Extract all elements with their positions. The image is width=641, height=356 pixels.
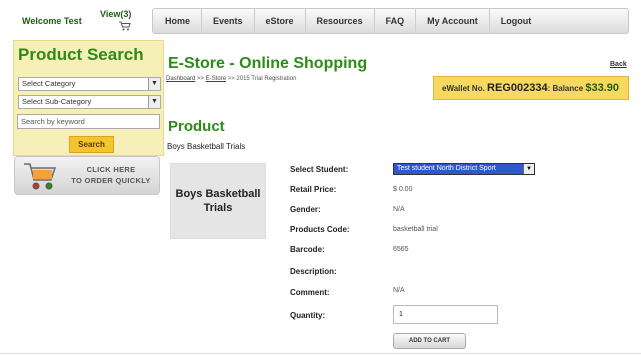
order-quickly-line-1: Click here bbox=[86, 165, 136, 174]
breadcrumb: Dashboard >> E-Store >> 2015 Trial Regis… bbox=[166, 76, 296, 82]
shopping-cart-icon bbox=[24, 163, 57, 190]
product-search-title: Product Search bbox=[18, 45, 144, 64]
breadcrumb-separator: >> bbox=[226, 76, 237, 82]
product-image-text-1: Boys Basketball bbox=[175, 188, 261, 200]
quantity-label: Quantity: bbox=[290, 311, 326, 320]
order-quickly-line-2: to order quickly bbox=[71, 176, 151, 185]
comment-label: Comment: bbox=[290, 288, 330, 297]
category-select[interactable]: Select Category ▼ bbox=[18, 77, 161, 91]
nav-resources[interactable]: Resources bbox=[306, 9, 375, 33]
subcategory-select-value: Select Sub-Category bbox=[22, 97, 92, 106]
ewallet-number: REG002334 bbox=[487, 82, 548, 94]
keyword-search-input[interactable]: Search by keyword bbox=[17, 114, 160, 129]
description-label: Description: bbox=[290, 267, 337, 276]
nav-logout[interactable]: Logout bbox=[490, 9, 543, 33]
barcode-label: Barcode: bbox=[290, 245, 325, 254]
quantity-input[interactable]: 1 bbox=[393, 305, 498, 324]
nav-estore[interactable]: eStore bbox=[255, 9, 306, 33]
ewallet-balance: $33.90 bbox=[585, 82, 620, 94]
ewallet-label: eWallet No. bbox=[442, 84, 488, 93]
page-title: E-Store - Online Shopping bbox=[168, 55, 368, 72]
cart-icon[interactable] bbox=[119, 21, 131, 31]
footer-divider bbox=[0, 353, 641, 354]
breadcrumb-dashboard[interactable]: Dashboard bbox=[166, 76, 195, 82]
order-quickly-button[interactable]: Click here to order quickly bbox=[14, 156, 160, 195]
welcome-text: Welcome Test bbox=[22, 16, 82, 26]
product-code-label: Products Code: bbox=[290, 225, 350, 234]
retail-price-label: Retail Price: bbox=[290, 185, 337, 194]
product-image: Boys Basketball Trials bbox=[170, 163, 266, 239]
retail-price-value: $ 0.00 bbox=[393, 186, 413, 193]
ewallet-balance-label: : Balance bbox=[547, 84, 586, 93]
product-name: Boys Basketball Trials bbox=[167, 142, 246, 151]
order-quickly-text: Click here to order quickly bbox=[63, 164, 159, 186]
nav-events[interactable]: Events bbox=[202, 9, 255, 33]
student-select-value: Test student North District Sport bbox=[397, 165, 496, 172]
category-select-value: Select Category bbox=[22, 79, 76, 88]
nav-faq[interactable]: FAQ bbox=[375, 9, 417, 33]
chevron-down-icon: ▼ bbox=[523, 164, 534, 174]
breadcrumb-current: 2015 Trial Registration bbox=[236, 76, 297, 82]
view-cart-link[interactable]: View(3) bbox=[100, 9, 131, 19]
breadcrumb-separator: >> bbox=[195, 76, 206, 82]
nav-home[interactable]: Home bbox=[153, 9, 203, 33]
breadcrumb-estore[interactable]: E-Store bbox=[206, 76, 226, 82]
gender-value: N/A bbox=[393, 206, 405, 213]
student-select[interactable]: Test student North District Sport ▼ bbox=[393, 163, 535, 175]
select-student-label: Select Student: bbox=[290, 165, 349, 174]
chevron-down-icon: ▼ bbox=[148, 78, 160, 90]
comment-value: N/A bbox=[393, 287, 405, 294]
ewallet-badge: eWallet No. REG002334: Balance $33.90 bbox=[433, 76, 629, 100]
subcategory-select[interactable]: Select Sub-Category ▼ bbox=[18, 95, 161, 109]
add-to-cart-button[interactable]: ADD TO CART bbox=[393, 333, 466, 349]
product-section-title: Product bbox=[168, 118, 225, 135]
chevron-down-icon: ▼ bbox=[148, 96, 160, 108]
main-nav: Home Events eStore Resources FAQ My Acco… bbox=[152, 8, 629, 34]
product-image-text-2: Trials bbox=[203, 202, 233, 214]
nav-my-account[interactable]: My Account bbox=[416, 9, 490, 33]
search-button[interactable]: Search bbox=[69, 136, 114, 153]
barcode-value: 6565 bbox=[393, 246, 409, 253]
gender-label: Gender: bbox=[290, 205, 321, 214]
product-code-value: basketball trial bbox=[393, 226, 438, 233]
back-link[interactable]: Back bbox=[610, 61, 627, 68]
